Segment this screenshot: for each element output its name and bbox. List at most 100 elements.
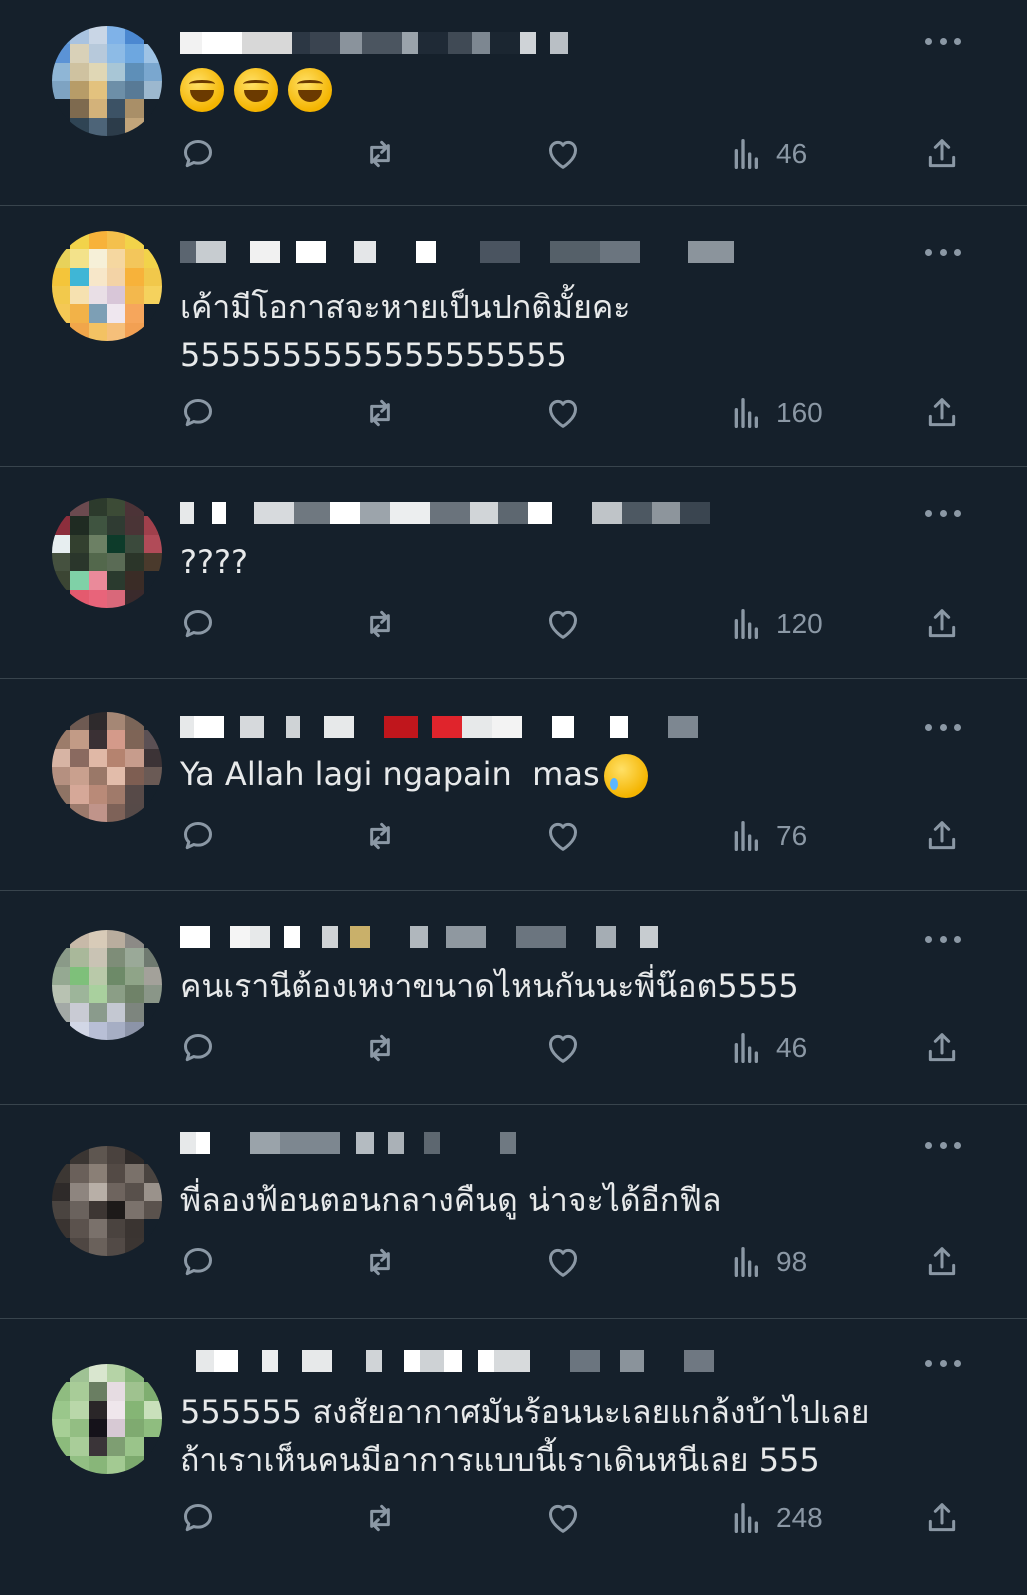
face-holding-back-tears-emoji [603,754,648,798]
more-icon[interactable] [925,1356,961,1370]
views-button[interactable]: 160 [728,391,823,435]
share-button[interactable] [922,391,962,435]
retweet-button[interactable] [360,814,400,858]
avatar[interactable] [52,1364,162,1474]
share-button[interactable] [922,1026,962,1070]
retweet-icon [370,822,390,850]
retweet-icon [370,1034,390,1062]
reply-icon [184,1248,212,1276]
reply-post[interactable]: 😂😂😂 46 [0,0,1027,206]
retweet-button[interactable] [360,602,400,646]
share-icon [928,1033,956,1062]
reply-button[interactable] [178,1496,218,1540]
retweet-button[interactable] [360,391,400,435]
avatar[interactable] [52,930,162,1040]
author-name-redacted[interactable] [180,1346,714,1376]
post-actions: 98 [178,1240,968,1284]
retweet-button[interactable] [360,1240,400,1284]
tears-of-joy-emoji [288,68,332,112]
reply-button[interactable] [178,602,218,646]
avatar[interactable] [52,498,162,608]
post-actions: 120 [178,602,968,646]
views-button[interactable]: 98 [728,1240,807,1284]
retweet-icon [370,1504,390,1532]
more-icon[interactable] [925,720,961,734]
views-count: 76 [776,820,808,851]
heart-icon [549,610,577,639]
more-icon[interactable] [925,34,961,48]
share-button[interactable] [922,814,962,858]
reply-icon [184,822,212,850]
retweet-icon [370,140,390,168]
reply-post[interactable]: คนเรานีต้องเหงาขนาดไหนกันนะพี่น๊อต5555 4… [0,892,1027,1105]
author-name-redacted[interactable] [180,498,710,528]
like-button[interactable] [543,1026,583,1070]
post-actions: 46 [178,132,968,176]
like-button[interactable] [543,1496,583,1540]
share-icon [928,139,956,168]
views-button[interactable]: 46 [728,1026,807,1070]
views-button[interactable]: 46 [728,132,807,176]
reply-post[interactable]: พี่ลองฟ้อนตอนกลางคืนดู น่าจะได้อีกฟีล 98 [0,1106,1027,1319]
like-button[interactable] [543,1240,583,1284]
avatar[interactable] [52,1146,162,1256]
like-button[interactable] [543,814,583,858]
like-button[interactable] [543,391,583,435]
heart-icon [549,399,577,428]
views-count: 248 [776,1502,823,1533]
retweet-icon [370,399,390,427]
post-actions: 76 [178,814,968,858]
more-icon[interactable] [925,932,961,946]
like-button[interactable] [543,602,583,646]
author-name-redacted[interactable] [180,712,698,742]
avatar[interactable] [52,26,162,136]
heart-icon [549,822,577,851]
more-icon[interactable] [925,1138,961,1152]
avatar[interactable] [52,712,162,822]
reply-button[interactable] [178,391,218,435]
reply-icon [184,1504,212,1532]
views-count: 46 [776,1032,808,1063]
retweet-button[interactable] [360,132,400,176]
retweet-button[interactable] [360,1026,400,1070]
reply-button[interactable] [178,1026,218,1070]
reply-post[interactable]: ???? 120 [0,468,1027,679]
views-button[interactable]: 76 [728,814,807,858]
views-count: 98 [776,1246,808,1277]
views-icon [734,398,758,428]
reply-icon [184,399,212,427]
share-icon [928,1247,956,1276]
author-name-redacted[interactable] [180,237,734,267]
heart-icon [549,1504,577,1533]
post-actions: 46 [178,1026,968,1070]
author-name-redacted[interactable] [180,1128,516,1158]
reply-icon [184,610,212,638]
tears-of-joy-emoji [180,68,224,112]
views-button[interactable]: 120 [728,602,823,646]
post-actions: 160 [178,391,968,435]
share-button[interactable] [922,132,962,176]
reply-button[interactable] [178,132,218,176]
views-button[interactable]: 248 [728,1496,823,1540]
heart-icon [549,1034,577,1063]
reply-post[interactable]: 555555 สงสัยอากาศมันร้อนนะเลยแกล้งบ้าไปเ… [0,1320,1027,1595]
views-count: 160 [776,397,823,428]
author-name-redacted[interactable] [180,28,568,58]
like-button[interactable] [543,132,583,176]
reply-post[interactable]: Ya Allah lagi ngapain mas 76 [0,680,1027,891]
reply-button[interactable] [178,814,218,858]
share-button[interactable] [922,1240,962,1284]
more-icon[interactable] [925,506,961,520]
reply-button[interactable] [178,1240,218,1284]
more-icon[interactable] [925,245,961,259]
views-icon [734,1033,758,1063]
retweet-button[interactable] [360,1496,400,1540]
share-icon [928,821,956,850]
avatar[interactable] [52,231,162,341]
reply-post[interactable]: เค้ามีโอกาสจะหายเป็นปกติมั้ยคะ 555555555… [0,207,1027,467]
author-name-redacted[interactable] [180,922,658,952]
share-button[interactable] [922,602,962,646]
share-button[interactable] [922,1496,962,1540]
share-icon [928,1503,956,1532]
reply-icon [184,140,212,168]
